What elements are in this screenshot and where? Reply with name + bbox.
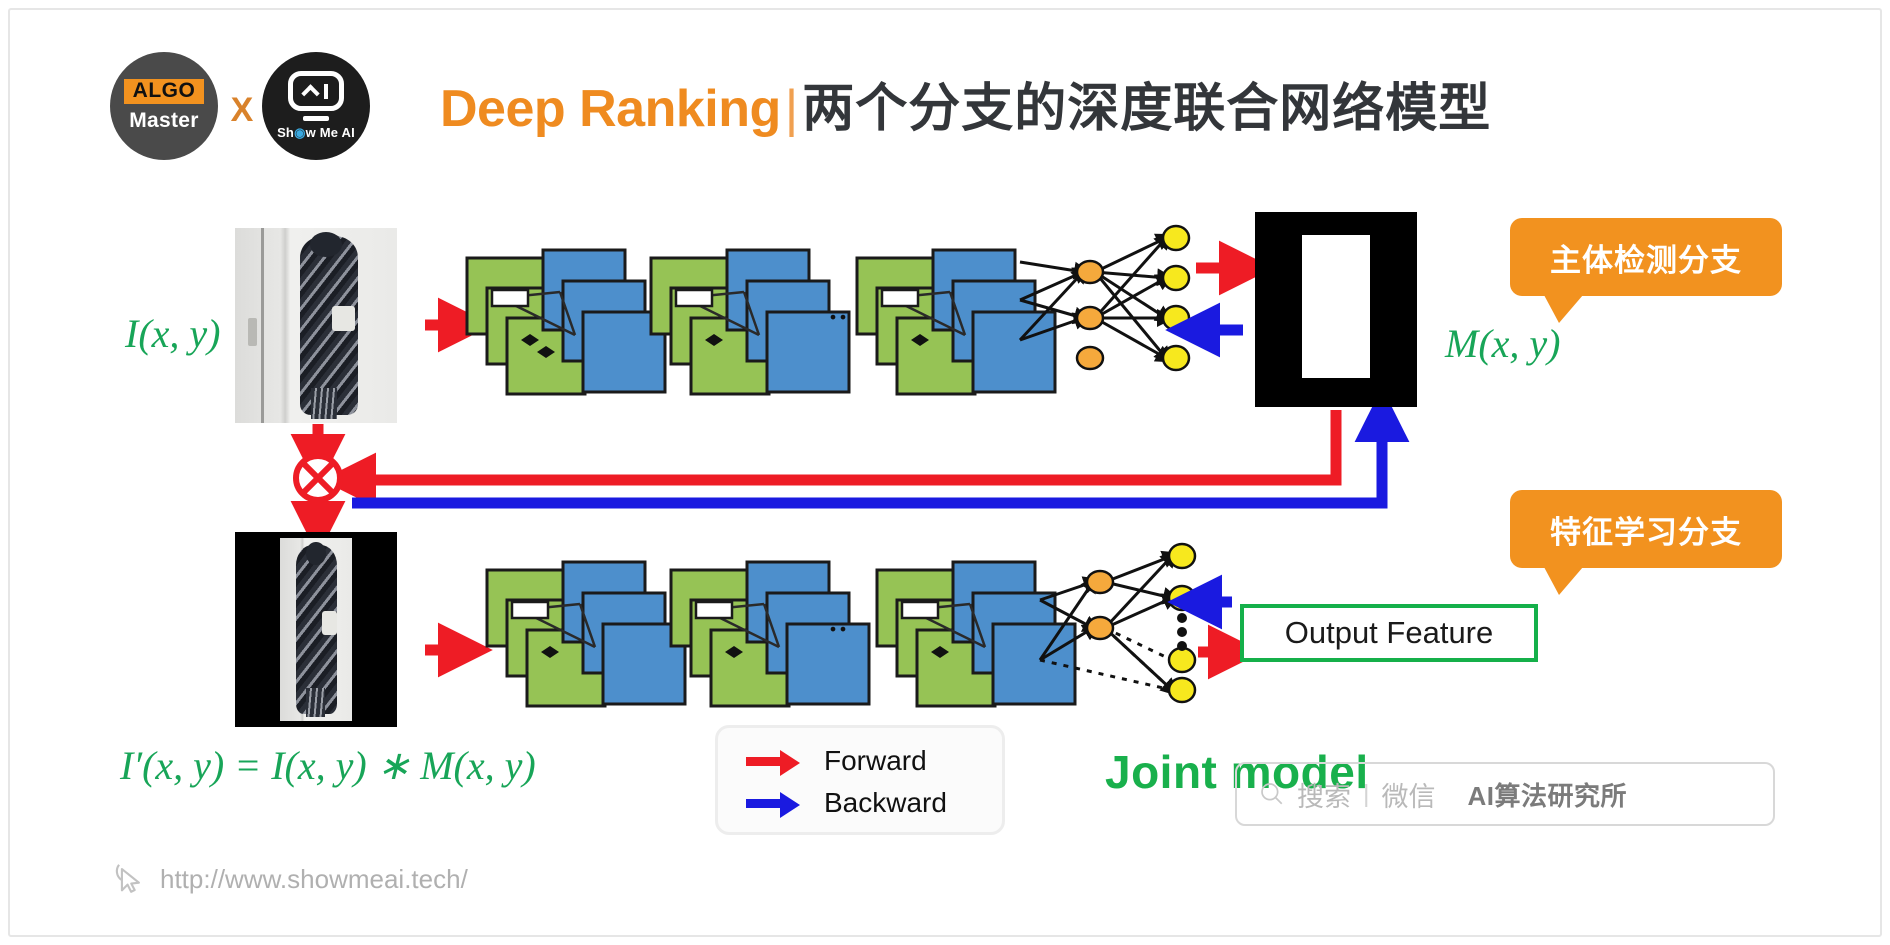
vertical-ellipsis-dots xyxy=(1177,613,1187,651)
backward-arrow-icon xyxy=(746,792,808,818)
mask-label: M(x, y) xyxy=(1445,321,1561,366)
photo-door-handle xyxy=(247,317,257,346)
masked-image-formula: I′(x, y) = I(x, y) ∗ M(x, y) xyxy=(120,743,536,788)
callout-feature-branch: 特征学习分支 xyxy=(1510,490,1782,595)
forward-arrow-icon xyxy=(746,750,808,776)
watermark-search-bar: 搜索 | 微信 AI算法研究所 xyxy=(1235,762,1775,826)
conv-ellipsis-lower: .. xyxy=(828,595,848,640)
watermark-channel-word: 微信 xyxy=(1381,781,1436,812)
watermark-account-name: AI算法研究所 xyxy=(1467,780,1628,811)
masked-photo-bag xyxy=(321,611,338,635)
input-image-photo xyxy=(235,228,397,423)
watermark-divider: | xyxy=(1363,779,1370,808)
photo-person-legs xyxy=(311,387,338,420)
callout-detection-branch: 主体检测分支 xyxy=(1510,218,1782,323)
input-label: I(x, y) xyxy=(125,311,221,356)
multiply-junction-wires xyxy=(290,387,1410,556)
watermark-search-text: 搜索 xyxy=(1297,781,1351,812)
output-feature-box: Output Feature xyxy=(1240,604,1538,662)
conv-stack-lower xyxy=(485,560,1077,708)
legend-label-forward: Forward xyxy=(824,745,927,776)
legend-label-backward: Backward xyxy=(824,787,947,818)
photo-person-bag xyxy=(332,306,355,332)
legend-item-backward: Backward xyxy=(746,782,1002,824)
slide-root: ALGO Master X Sh◉w Me AI Deep Ranking|两个… xyxy=(0,0,1890,945)
footer: http://www.showmeai.tech/ xyxy=(112,862,468,896)
arrows-fc-to-mask-upper xyxy=(1165,240,1274,358)
legend-item-forward: Forward xyxy=(746,740,1002,782)
masked-photo-legs xyxy=(306,688,325,718)
mask-output-image xyxy=(1255,212,1417,407)
legend-box: Forward Backward xyxy=(715,725,1005,835)
footer-url: http://www.showmeai.tech/ xyxy=(160,863,468,894)
search-icon xyxy=(1261,783,1283,805)
arrows-fc-to-output-lower xyxy=(1167,574,1263,680)
conv-ellipsis-upper: .. xyxy=(828,283,848,328)
masked-photo-window xyxy=(280,537,352,722)
masked-image-photo xyxy=(235,532,397,727)
masked-photo-head xyxy=(306,541,326,566)
cursor-icon xyxy=(115,864,140,893)
diagram-canvas: .. .. I(x, y) M(x, y) I′(x, y) = I(x, y)… xyxy=(0,0,1890,945)
conv-stack-upper xyxy=(465,248,1057,396)
photo-door-edge xyxy=(260,228,264,423)
mask-white-region xyxy=(1301,235,1370,378)
photo-person-head xyxy=(309,231,342,258)
